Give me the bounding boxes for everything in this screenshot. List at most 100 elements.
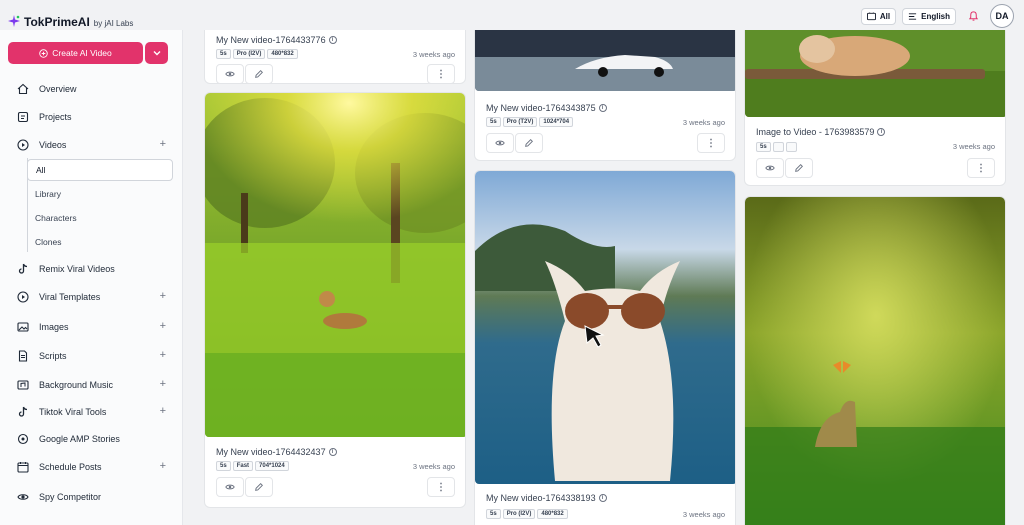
videos-sub-all[interactable]: All	[27, 159, 173, 181]
expand-plus-icon[interactable]: +	[160, 290, 166, 302]
eye-icon	[495, 140, 505, 146]
video-card[interactable]: Image to Video - 1763983579 i 5s 3 weeks…	[744, 30, 1006, 186]
video-age: 3 weeks ago	[682, 510, 725, 519]
videos-sub-clones[interactable]: Clones	[27, 231, 173, 253]
more-options-button[interactable]: ⋮	[967, 158, 995, 178]
eye-icon	[16, 490, 30, 504]
duration-tag: 5s	[216, 461, 231, 471]
sidebar-item-label: Background Music	[39, 380, 114, 390]
video-thumbnail[interactable]	[745, 197, 1005, 525]
stories-icon	[16, 432, 30, 446]
sidebar-item-spy-competitor[interactable]: Spy Competitor	[16, 488, 168, 506]
sidebar-item-schedule-posts[interactable]: Schedule Posts +	[16, 458, 168, 476]
language-select[interactable]: English	[902, 7, 956, 25]
sidebar-item-remix-viral-videos[interactable]: Remix Viral Videos	[16, 260, 168, 278]
image-icon	[16, 320, 30, 334]
info-icon[interactable]: i	[877, 128, 886, 136]
resolution-tag: 480*832	[267, 49, 298, 59]
sidebar-item-google-amp-stories[interactable]: Google AMP Stories	[16, 430, 168, 448]
sidebar-item-background-music[interactable]: Background Music +	[16, 376, 168, 394]
info-icon[interactable]: i	[328, 448, 337, 456]
video-title: Image to Video - 1763983579	[756, 127, 875, 137]
sidebar-item-label: Overview	[39, 84, 77, 94]
video-card[interactable]: My New video-1764338193 i 5s Pro (I2V) 4…	[474, 170, 736, 525]
videos-sub-characters[interactable]: Characters	[27, 207, 173, 229]
pencil-icon	[255, 483, 263, 491]
model-tag: Fast	[232, 461, 254, 471]
eye-icon	[765, 165, 775, 171]
tiktok-icon	[16, 405, 30, 419]
eye-icon	[225, 484, 235, 490]
sidebar-item-label: Scripts	[39, 351, 67, 361]
info-icon[interactable]: i	[598, 104, 607, 112]
edit-button[interactable]	[515, 133, 543, 153]
more-options-button[interactable]: ⋮	[427, 477, 455, 497]
video-tags: 5s	[756, 142, 797, 152]
video-card[interactable]: My New video-1764343875 i 5s Pro (T2V) 1…	[474, 30, 736, 161]
duration-tag: 5s	[756, 142, 771, 152]
top-header: TokPrimeAI by jAI Labs All English DA	[0, 0, 1024, 30]
edit-button[interactable]	[245, 477, 273, 497]
more-options-button[interactable]: ⋮	[697, 133, 725, 153]
view-button[interactable]	[756, 158, 784, 178]
brand-by: by jAI Labs	[93, 19, 134, 28]
projects-icon	[16, 110, 30, 124]
create-dropdown-button[interactable]	[145, 42, 168, 64]
info-icon[interactable]: i	[598, 494, 607, 502]
sidebar-item-tiktok-viral-tools[interactable]: Tiktok Viral Tools +	[16, 403, 168, 421]
sidebar-item-scripts[interactable]: Scripts +	[16, 347, 168, 365]
tiktok-icon	[16, 262, 30, 276]
edit-button[interactable]	[245, 64, 273, 83]
sidebar-item-projects[interactable]: Projects	[16, 108, 168, 126]
video-thumbnail[interactable]	[475, 171, 735, 484]
user-avatar[interactable]: DA	[990, 4, 1014, 28]
video-tags: 5s Pro (I2V) 480*832	[486, 509, 568, 519]
edit-button[interactable]	[785, 158, 813, 178]
video-card[interactable]: My New video-1764432437 i 5s Fast 704*10…	[204, 92, 466, 508]
sidebar-item-overview[interactable]: Overview	[16, 80, 168, 98]
duration-tag: 5s	[486, 117, 501, 127]
brand[interactable]: TokPrimeAI by jAI Labs	[8, 14, 133, 29]
cat-bench-thumbnail	[745, 30, 1005, 117]
play-circle-icon	[16, 290, 30, 304]
model-tag: Pro (I2V)	[232, 49, 266, 59]
expand-plus-icon[interactable]: +	[160, 349, 166, 361]
expand-plus-icon[interactable]: +	[160, 378, 166, 390]
video-card[interactable]: My New video-1764433776 i 5s Pro (I2V) 4…	[204, 30, 466, 84]
create-ai-video-label: Create AI Video	[52, 48, 112, 58]
video-thumbnail[interactable]	[745, 30, 1005, 117]
expand-plus-icon[interactable]: +	[160, 460, 166, 472]
video-thumbnail[interactable]	[205, 93, 465, 437]
sidebar-item-images[interactable]: Images +	[16, 318, 168, 336]
expand-plus-icon[interactable]: +	[160, 138, 166, 150]
video-card[interactable]	[744, 196, 1006, 525]
duration-tag: 5s	[216, 49, 231, 59]
plus-circle-icon	[39, 48, 49, 58]
info-icon[interactable]: i	[328, 36, 337, 44]
video-gallery: My New video-1764433776 i 5s Pro (I2V) 4…	[184, 30, 1024, 525]
expand-plus-icon[interactable]: +	[160, 320, 166, 332]
pencil-icon	[255, 70, 263, 78]
resolution-tag: 704*1024	[255, 461, 289, 471]
create-ai-video-button[interactable]: Create AI Video	[8, 42, 143, 64]
view-button[interactable]	[216, 477, 244, 497]
language-label: English	[921, 11, 950, 21]
sidebar-item-videos[interactable]: Videos +	[16, 136, 168, 154]
video-age: 3 weeks ago	[412, 50, 455, 59]
view-button[interactable]	[216, 64, 244, 83]
music-icon	[16, 378, 30, 392]
notifications-button[interactable]	[962, 5, 984, 27]
view-button[interactable]	[486, 133, 514, 153]
cat-sunglasses-thumbnail	[475, 171, 735, 484]
sidebar-item-label: Spy Competitor	[39, 492, 102, 502]
sidebar-item-label: Tiktok Viral Tools	[39, 407, 107, 417]
filter-all-button[interactable]: All	[860, 7, 897, 25]
video-thumbnail[interactable]	[475, 30, 735, 91]
sidebar-item-label: Schedule Posts	[39, 462, 102, 472]
chevron-down-icon	[153, 51, 160, 56]
expand-plus-icon[interactable]: +	[160, 405, 166, 417]
videos-sub-library[interactable]: Library	[27, 183, 173, 205]
bell-icon	[968, 10, 978, 21]
sidebar-item-viral-templates[interactable]: Viral Templates +	[16, 288, 168, 306]
more-options-button[interactable]: ⋮	[427, 64, 455, 83]
